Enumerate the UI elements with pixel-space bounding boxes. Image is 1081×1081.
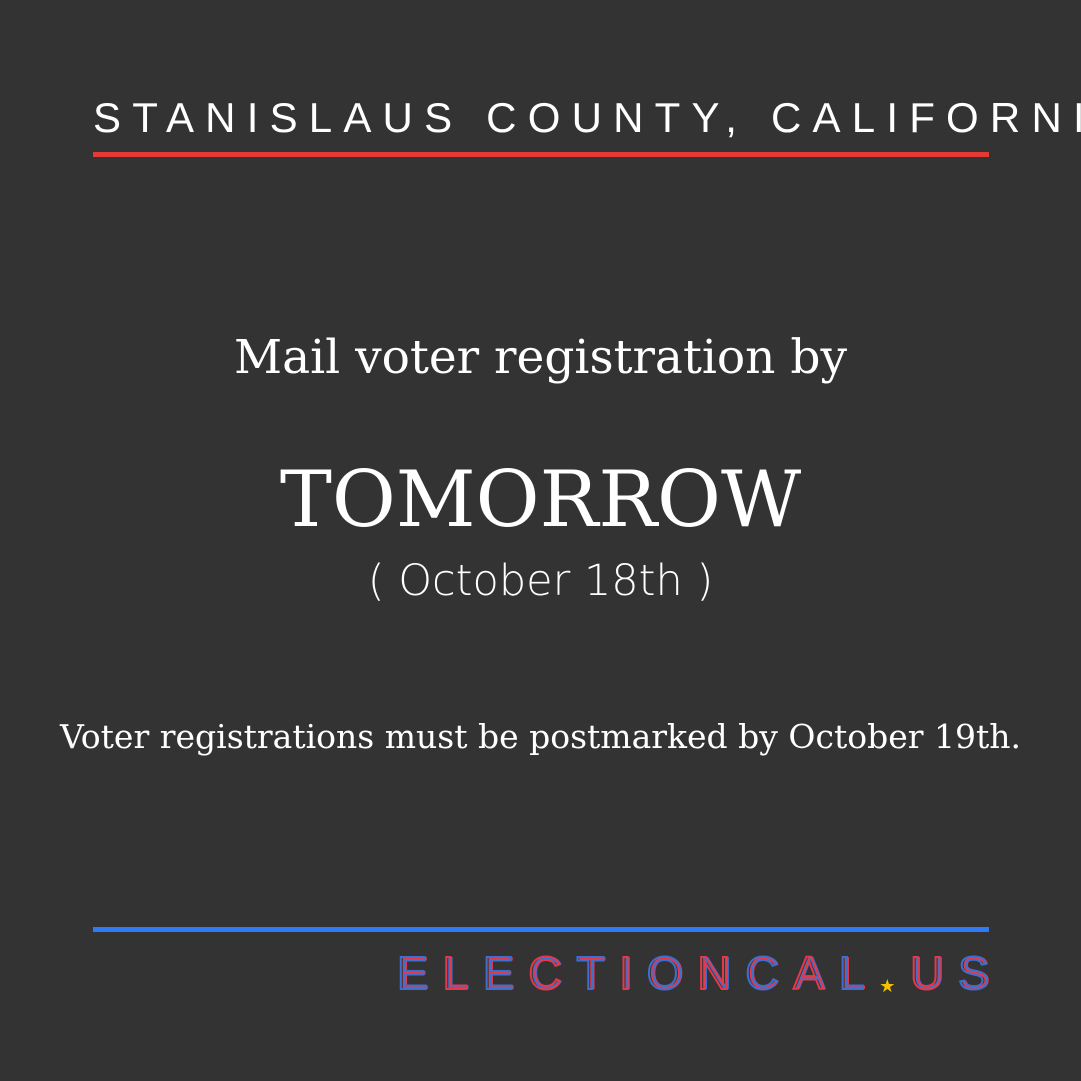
brand-wordmark: E L E C T I O N C A L ★ U S — [396, 947, 990, 999]
brand-letter: A — [792, 947, 825, 999]
brand-letter: I — [618, 947, 633, 999]
county-title: STANISLAUS COUNTY, CALIFORNIA — [93, 94, 1081, 141]
brand-letter: L — [838, 947, 866, 999]
brand-letter: N — [696, 947, 731, 999]
blue-divider — [93, 927, 989, 932]
brand-letter: L — [441, 947, 469, 999]
star-icon: ★ — [879, 976, 896, 996]
lead-text: Mail voter registration by — [233, 330, 848, 385]
brand-letter: S — [957, 947, 990, 999]
deadline-date: ( October 18th ) — [367, 556, 714, 606]
brand-letter: U — [909, 947, 944, 999]
brand-letter: T — [575, 947, 605, 999]
brand-letter: C — [744, 947, 779, 999]
brand-letter: O — [646, 947, 684, 999]
red-divider — [93, 152, 989, 157]
postmark-note: Voter registrations must be postmarked b… — [60, 717, 1021, 756]
brand-letter: E — [482, 947, 515, 999]
brand-letter: C — [527, 947, 562, 999]
brand-letter: E — [396, 947, 429, 999]
election-card: STANISLAUS COUNTY, CALIFORNIA Mail voter… — [0, 0, 1081, 1081]
headline: TOMORROW — [279, 455, 802, 545]
